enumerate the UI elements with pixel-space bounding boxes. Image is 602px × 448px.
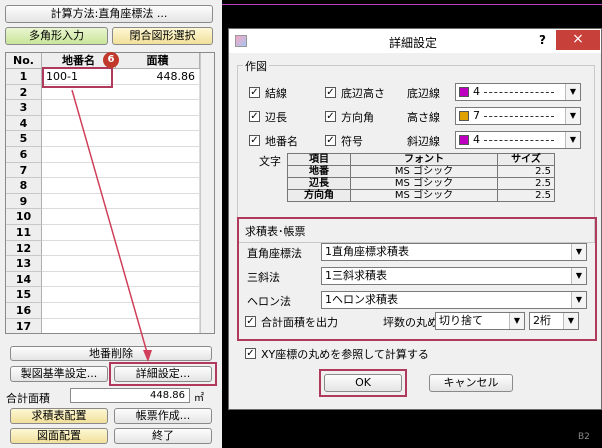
help-button[interactable]: ? [539, 33, 546, 47]
detail-settings-dialog: 詳細設定 ? × 作図 ✓ 結線 ✓ 底辺高さ ✓ 辺長 ✓ 方向角 ✓ 地番名 ✓ 符号 底辺線 4 ▼… [228, 28, 602, 410]
rounding-mode-value: 切り捨て [439, 314, 483, 327]
drawing-checkbox-label: 結線 [265, 87, 287, 100]
method-select[interactable]: 1ヘロン求積表 ▼ [321, 291, 587, 309]
chevron-down-icon: ▼ [565, 108, 580, 124]
xy-rounding-label: XY座標の丸めを参照して計算する [261, 348, 429, 361]
line-style-select[interactable]: 7 ▼ [455, 107, 581, 125]
drawing-checkbox-label: 方向角 [341, 111, 374, 124]
method-select[interactable]: 1直角座標求積表 ▼ [321, 243, 587, 261]
rounding-mode-select[interactable]: 切り捨て ▼ [435, 312, 525, 330]
font-row-font[interactable]: MS ゴシック [350, 177, 498, 190]
font-row-size[interactable]: 2.5 [497, 189, 555, 202]
dash-pattern [484, 139, 554, 141]
method-value: 1三斜求積表 [325, 269, 387, 282]
close-button[interactable]: × [556, 30, 600, 50]
chevron-down-icon: ▼ [571, 244, 586, 260]
font-row-item: 辺長 [287, 177, 351, 190]
color-swatch [459, 111, 469, 121]
cancel-button[interactable]: キャンセル [429, 374, 513, 392]
font-row-size[interactable]: 2.5 [497, 165, 555, 178]
chevron-down-icon: ▼ [509, 313, 524, 329]
chevron-down-icon: ▼ [571, 268, 586, 284]
dialog-title: 詳細設定 [389, 36, 438, 50]
line-style-select[interactable]: 4 ▼ [455, 131, 581, 149]
app-icon [235, 35, 247, 47]
ok-button[interactable]: OK [324, 374, 402, 392]
line-style-value: 4 [473, 133, 480, 146]
sheet-group-title: 求積表･帳票 [245, 225, 306, 238]
drawing-checkbox-label: 辺長 [265, 111, 287, 124]
drawing-checkbox-label: 地番名 [265, 135, 298, 148]
font-table[interactable]: 項目 フォント サイズ 地番 MS ゴシック 2.5 辺長 MS ゴシック 2.… [287, 153, 555, 202]
drawing-checkbox-label: 符号 [341, 135, 363, 148]
drawing-checkbox[interactable]: ✓ [249, 111, 260, 122]
drawing-checkbox[interactable]: ✓ [249, 135, 260, 146]
line-style-label: 斜辺線 [407, 135, 440, 148]
dialog-titlebar[interactable]: 詳細設定 ? × [229, 29, 601, 53]
rounding-digits-select[interactable]: 2桁 ▼ [529, 312, 579, 330]
method-label: ヘロン法 [247, 295, 291, 308]
drawing-checkbox[interactable]: ✓ [325, 111, 336, 122]
method-label: 直角座標法 [247, 247, 302, 260]
font-row-font[interactable]: MS ゴシック [350, 189, 498, 202]
font-header-item: 項目 [287, 153, 351, 166]
drawing-group-title: 作図 [243, 58, 269, 74]
chevron-down-icon: ▼ [565, 132, 580, 148]
rounding-digits-value: 2桁 [533, 314, 551, 327]
chevron-down-icon: ▼ [565, 84, 580, 100]
font-row-item: 地番 [287, 165, 351, 178]
dash-pattern [484, 91, 554, 93]
font-header-font: フォント [350, 153, 498, 166]
font-row-size[interactable]: 2.5 [497, 177, 555, 190]
drawing-checkbox[interactable]: ✓ [325, 135, 336, 146]
color-swatch [459, 135, 469, 145]
text-label: 文字 [259, 155, 281, 168]
font-row-font[interactable]: MS ゴシック [350, 165, 498, 178]
chevron-down-icon: ▼ [563, 313, 578, 329]
chevron-down-icon: ▼ [571, 292, 586, 308]
tsubo-rounding-label: 坪数の丸め [383, 316, 438, 329]
method-select[interactable]: 1三斜求積表 ▼ [321, 267, 587, 285]
line-style-value: 7 [473, 109, 480, 122]
line-style-label: 底辺線 [407, 87, 440, 100]
drawing-checkbox[interactable]: ✓ [249, 87, 260, 98]
total-area-output-label: 合計面積を出力 [261, 316, 338, 329]
method-label: 三斜法 [247, 271, 280, 284]
drawing-checkbox-label: 底辺高さ [341, 87, 385, 100]
method-value: 1ヘロン求積表 [325, 293, 398, 306]
line-style-select[interactable]: 4 ▼ [455, 83, 581, 101]
method-value: 1直角座標求積表 [325, 245, 409, 258]
font-header-size: サイズ [497, 153, 555, 166]
font-row-item: 方向角 [287, 189, 351, 202]
total-area-output-checkbox[interactable]: ✓ [245, 316, 256, 327]
line-style-value: 4 [473, 85, 480, 98]
xy-rounding-checkbox[interactable]: ✓ [245, 348, 256, 359]
drawing-checkbox[interactable]: ✓ [325, 87, 336, 98]
line-style-label: 高さ線 [407, 111, 440, 124]
dash-pattern [484, 115, 554, 117]
color-swatch [459, 87, 469, 97]
